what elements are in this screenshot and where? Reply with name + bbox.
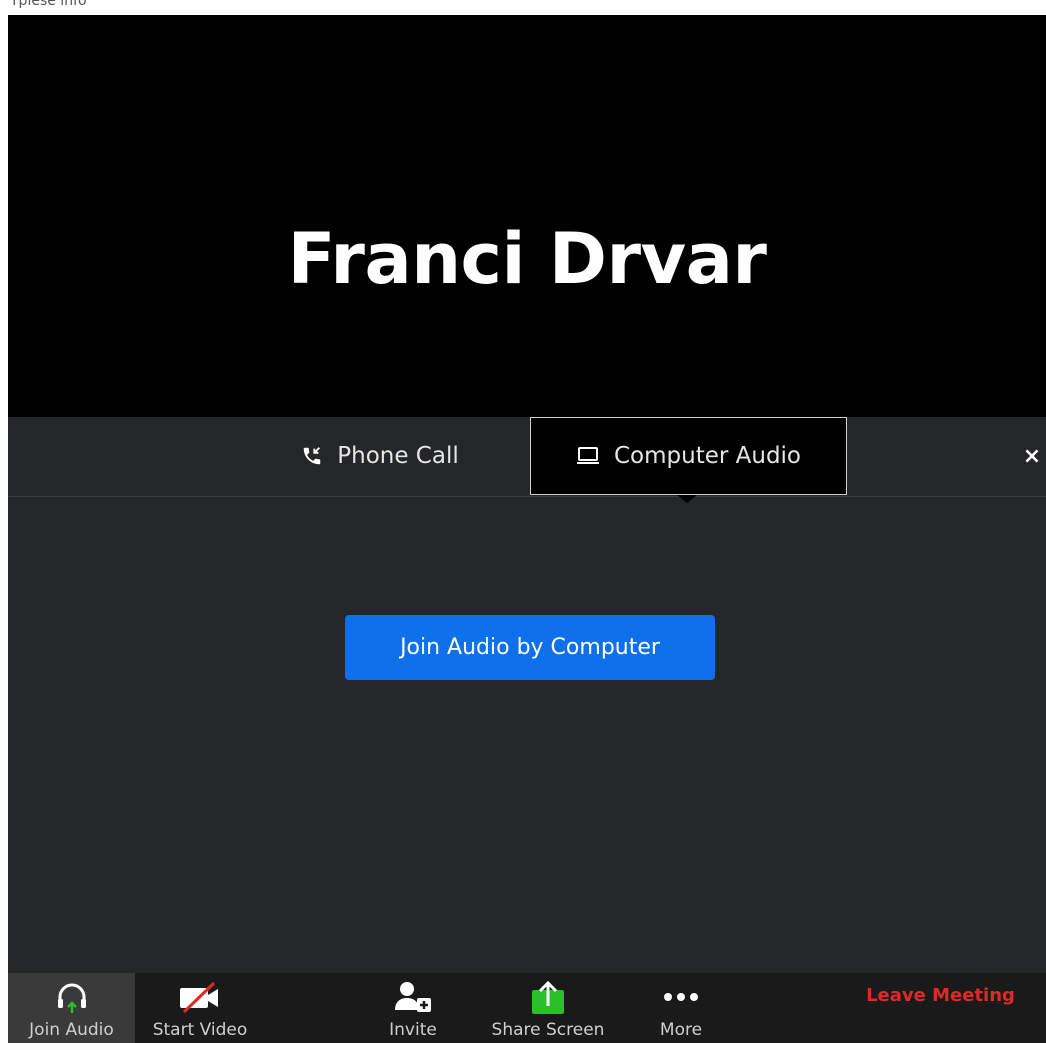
tab-phone-call[interactable]: Phone Call [230,417,530,495]
share-screen-button[interactable]: Share Screen [483,973,613,1043]
join-audio-button[interactable]: Join Audio [8,973,135,1043]
video-off-icon [178,973,222,1021]
page-top-text: Tplese info [10,0,87,9]
share-screen-icon [528,973,568,1021]
close-icon[interactable]: × [1018,417,1046,495]
more-button[interactable]: More [636,973,726,1043]
video-area: Franci Drvar [8,15,1046,417]
tab-computer-audio[interactable]: Computer Audio [530,417,847,503]
tab-computer-audio-label: Computer Audio [613,443,802,469]
tab-phone-call-label: Phone Call [337,443,459,469]
start-video-label: Start Video [152,1020,248,1040]
leave-meeting-button[interactable]: Leave Meeting [858,975,1023,1015]
more-icon [661,973,701,1021]
join-audio-by-computer-button[interactable]: Join Audio by Computer [345,615,715,680]
share-screen-label: Share Screen [491,1020,605,1040]
add-user-icon [393,973,433,1021]
more-label: More [659,1020,703,1040]
participant-name: Franci Drvar [287,218,767,300]
start-video-button[interactable]: Start Video [145,973,255,1043]
meeting-window: Franci Drvar Phone Call Computer Audio ×… [8,15,1046,1043]
invite-button[interactable]: Invite [368,973,458,1043]
audio-tabs: Phone Call Computer Audio [8,417,1046,503]
join-audio-label: Join Audio [29,1020,114,1040]
phone-incoming-icon [301,445,323,467]
invite-label: Invite [389,1020,437,1040]
meeting-toolbar: Join Audio Start Video Invite Share Scre… [8,973,1046,1043]
laptop-icon [576,446,600,466]
headphones-icon [54,973,90,1021]
